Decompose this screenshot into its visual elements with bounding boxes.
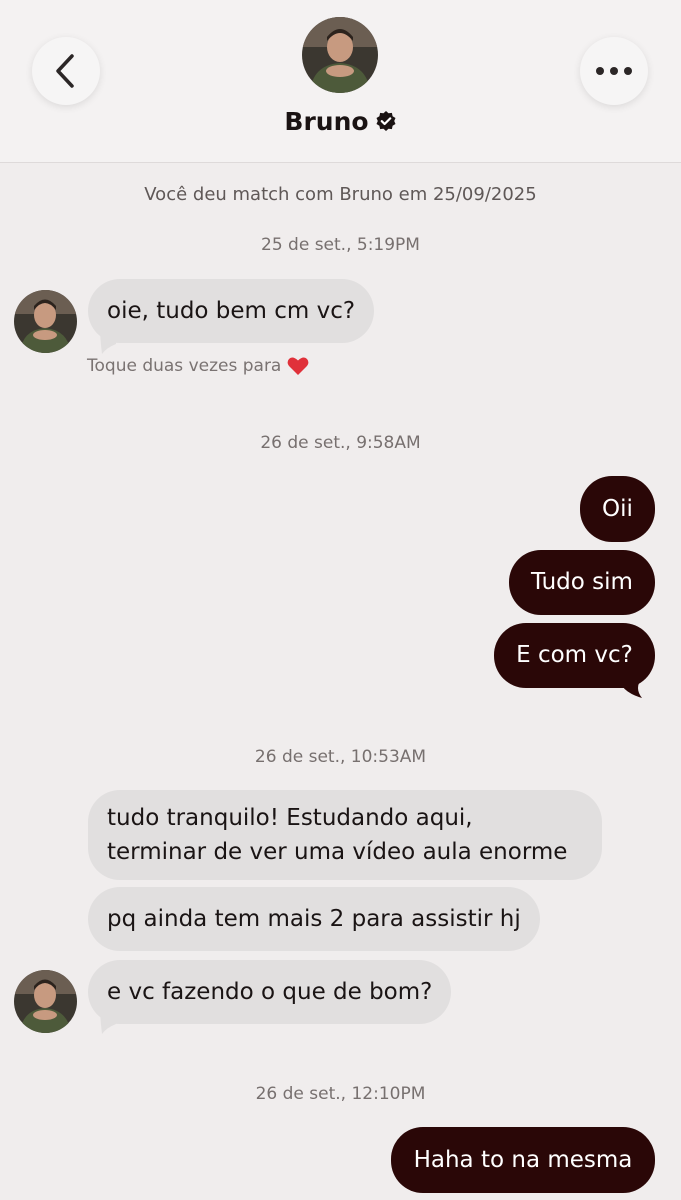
chat-screen: Bruno Você deu match com Bruno em 25/09/… <box>0 0 681 1200</box>
profile-name-row[interactable]: Bruno <box>0 104 681 138</box>
sender-avatar[interactable] <box>14 290 77 353</box>
message-bubble-outgoing[interactable]: Haha to na mesma <box>391 1127 655 1193</box>
profile-avatar[interactable] <box>302 17 378 93</box>
message-bubble-incoming[interactable]: oie, tudo bem cm vc? <box>88 279 375 343</box>
message-bubble-incoming[interactable]: tudo tranquilo! Estudando aqui, terminar… <box>88 790 602 880</box>
more-options-button[interactable] <box>580 37 648 105</box>
double-tap-hint: Toque duas vezes para <box>87 356 309 376</box>
heart-icon <box>287 357 309 375</box>
chat-header: Bruno <box>0 0 681 163</box>
chevron-left-icon <box>56 54 74 88</box>
verified-badge-icon <box>376 111 396 131</box>
more-dots-icon <box>596 67 632 75</box>
profile-name: Bruno <box>284 106 369 136</box>
message-bubble-incoming[interactable]: pq ainda tem mais 2 para assistir hj <box>88 887 540 951</box>
message-bubble-outgoing[interactable]: Oii <box>580 476 655 542</box>
message-bubble-outgoing[interactable]: Tudo sim <box>509 550 655 615</box>
match-info: Você deu match com Bruno em 25/09/2025 <box>144 184 537 205</box>
sender-avatar[interactable] <box>14 970 77 1033</box>
timestamp: 26 de set., 9:58AM <box>260 433 421 453</box>
timestamp: 26 de set., 10:53AM <box>254 747 427 767</box>
message-bubble-incoming[interactable]: e vc fazendo o que de bom? <box>88 960 452 1024</box>
timestamp: 26 de set., 12:10PM <box>255 1084 426 1104</box>
message-bubble-outgoing[interactable]: E com vc? <box>494 623 655 688</box>
back-button[interactable] <box>32 37 100 105</box>
timestamp: 25 de set., 5:19PM <box>261 235 420 255</box>
